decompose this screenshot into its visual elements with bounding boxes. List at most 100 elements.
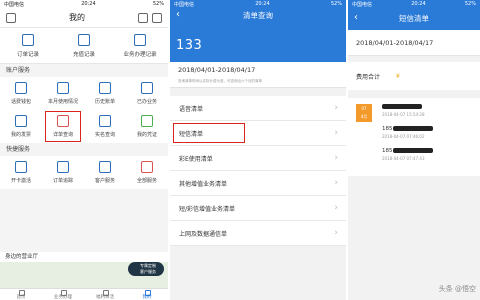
date-note: 查询清单时间以实际计费为准，可查询近六个月的清单 (178, 79, 262, 83)
headset-icon (99, 161, 111, 173)
history-bill-button[interactable]: 历史账单 (84, 77, 126, 110)
battery-label: 52% (152, 1, 164, 7)
sms-number: 185 (382, 126, 393, 132)
account-services-grid: 话费钱包 本月使用情况 历史账单 已办业务 我的发票 详单查询 实名查询 我的凭… (0, 77, 168, 143)
sms-list-screen: 中国电信 20:24 52% ‹ 短信清单 2018/04/01-2018/04… (348, 0, 480, 300)
order-records-label: 订单记录 (16, 51, 39, 58)
done-business-label: 已办业务 (136, 99, 157, 105)
page-title: 短信清单 (399, 13, 429, 23)
invoice-label: 我的发票 (10, 132, 31, 138)
list-item-label: 短/彩信增值业务清单 (179, 205, 236, 213)
order-tracking-label: 订单追踪 (52, 178, 73, 184)
sim-card-icon (15, 161, 27, 173)
detail-query-button[interactable]: 详单查询 (42, 110, 84, 143)
usage-icon (57, 82, 69, 94)
quick-services-grid: 开卡激活 订单追踪 客户服务 全部服务 (0, 156, 168, 189)
wallet-button[interactable]: 话费钱包 (0, 77, 42, 110)
receipt-icon (78, 33, 90, 46)
voucher-label: 我的凭证 (136, 132, 157, 138)
service-badge[interactable]: 专属定制 客户服务 (128, 262, 164, 276)
recharge-records-button[interactable]: 充值记录 (56, 28, 112, 63)
header-blue: 中国电信 20:24 52% ‹ 清单查询 133 (170, 0, 346, 62)
chevron-right-icon: › (334, 178, 338, 188)
business-records-button[interactable]: 业务办理记录 (112, 28, 168, 63)
business-records-label: 业务办理记录 (123, 51, 157, 58)
list-item-sms-mms-vas[interactable]: 短/彩信增值业务清单 › (170, 196, 346, 221)
done-business-button[interactable]: 已办业务 (126, 77, 168, 110)
list-item-voice[interactable]: 语音清单 › (170, 96, 346, 121)
sms-record[interactable]: 2018-04-07 15:54:28 (382, 104, 480, 124)
fee-total-row: 费用合计 ¥ (348, 62, 480, 90)
fee-value: ¥ (396, 72, 400, 80)
usage-button[interactable]: 本月使用情况 (42, 77, 84, 110)
realname-query-label: 实名查询 (94, 132, 115, 138)
list-icon (141, 82, 153, 94)
order-records-button[interactable]: 订单记录 (0, 28, 56, 63)
grid-menu-icon[interactable] (6, 12, 16, 23)
carrier-label: 中国电信 (352, 1, 373, 8)
bill-query-screen: 中国电信 20:24 52% ‹ 清单查询 133 2018/04/01-201… (170, 0, 346, 300)
edit-icon[interactable] (138, 12, 148, 23)
records-row: 订单记录 充值记录 业务办理记录 (0, 28, 168, 64)
battery-label: 52% (330, 1, 342, 7)
highlight-box (173, 123, 245, 143)
page-title: 清单查询 (243, 10, 273, 20)
truck-icon (57, 161, 69, 173)
realname-query-button[interactable]: 实名查询 (84, 110, 126, 143)
sms-number: 185 (382, 148, 393, 154)
activate-card-button[interactable]: 开卡激活 (0, 156, 42, 189)
page-title: 我的 (69, 13, 85, 22)
chevron-right-icon: › (334, 228, 338, 238)
all-services-label: 全部服务 (136, 178, 157, 184)
clock: 20:24 (81, 1, 96, 7)
header-blue: 中国电信 20:24 52% ‹ 短信清单 (348, 0, 480, 30)
sms-record[interactable]: 185 2018-04-07 07:47:43 (382, 148, 480, 168)
redaction-mask (202, 40, 273, 51)
list-item-label: 语音清单 (179, 105, 204, 113)
status-bar: 中国电信 20:24 52% (0, 0, 168, 8)
customer-service-button[interactable]: 客户服务 (84, 156, 126, 189)
message-icon[interactable] (152, 12, 162, 23)
voucher-icon (141, 115, 153, 127)
invoice-icon (15, 115, 27, 127)
document-icon (134, 33, 146, 46)
battery-label: 52% (464, 1, 476, 7)
chevron-right-icon: › (334, 203, 338, 213)
sms-time: 2018-04-07 15:54:28 (382, 112, 425, 117)
tab-business[interactable]: 业务办理 (42, 289, 84, 300)
invoice-button[interactable]: 我的发票 (0, 110, 42, 143)
sms-record[interactable]: 185 2018-04-07 07:46:02 (382, 126, 480, 146)
fee-label: 费用合计 (356, 73, 381, 81)
section-quick-title: 快捷服务 (0, 143, 168, 156)
list-item-other-vas[interactable]: 其他增值业务清单 › (170, 171, 346, 196)
list-item-label: 其他增值业务清单 (179, 180, 228, 188)
sms-time: 2018-04-07 07:46:02 (382, 134, 425, 139)
order-tracking-button[interactable]: 订单追踪 (42, 156, 84, 189)
voucher-button[interactable]: 我的凭证 (126, 110, 168, 143)
activate-card-label: 开卡激活 (10, 178, 31, 184)
status-bar: 中国电信 20:24 52% (348, 0, 480, 8)
wallet-icon (15, 82, 27, 94)
redaction-mask (392, 126, 433, 131)
nearby-hall-title: 身边的营业厅 (0, 252, 168, 262)
history-bill-label: 历史账单 (94, 99, 115, 105)
tab-home[interactable]: 首页 (0, 289, 42, 300)
usage-label: 本月使用情况 (47, 99, 78, 105)
carrier-label: 中国电信 (4, 1, 25, 8)
customer-service-label: 客户服务 (94, 178, 115, 184)
tab-welfare[interactable]: 福利日活 (84, 289, 126, 300)
top-bar: 我的 (0, 8, 168, 28)
phone-prefix: 133 (176, 38, 203, 53)
nearby-hall-map[interactable]: 身边的营业厅 专属定制 客户服务 (0, 252, 168, 290)
all-services-button[interactable]: 全部服务 (126, 156, 168, 189)
date-range-selector[interactable]: 2018/04/01-2018/04/17 查询清单时间以实际计费为准，可查询近… (170, 62, 346, 88)
day-month: 4月 (360, 114, 368, 119)
list-item-color-e[interactable]: 彩E使用清单 › (170, 146, 346, 171)
section-account-title: 账户服务 (0, 64, 168, 77)
nav-bar: ‹ 清单查询 (170, 8, 346, 22)
bill-icon (99, 82, 111, 94)
tab-mine[interactable]: 我的 (126, 289, 168, 300)
grid-icon (141, 161, 153, 173)
list-item-data[interactable]: 上网及数据通信单 › (170, 221, 346, 246)
list-item-sms[interactable]: 短信清单 › (170, 121, 346, 146)
